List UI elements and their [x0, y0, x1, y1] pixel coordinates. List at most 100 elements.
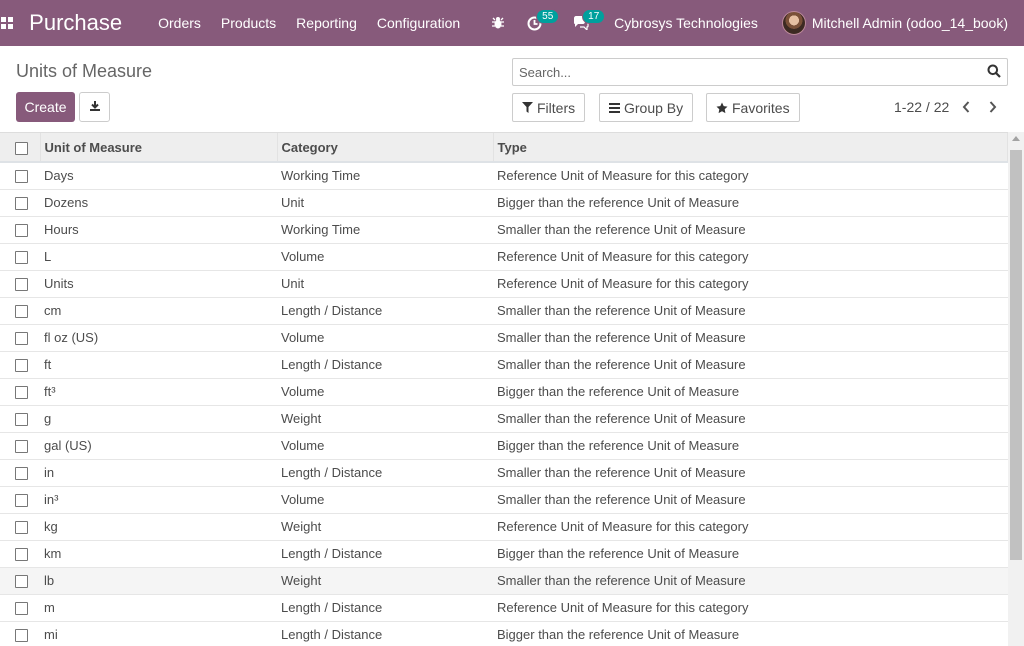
row-checkbox[interactable]: [15, 224, 28, 238]
cell-category: Volume: [281, 438, 325, 453]
cell-unit-name: ft³: [44, 384, 56, 399]
table-row[interactable]: fl oz (US) Volume Smaller than the referen…: [0, 324, 1008, 351]
table-row[interactable]: Dozens Unit Bigger than the reference Unit…: [0, 189, 1008, 216]
row-checkbox[interactable]: [15, 251, 28, 265]
table-row[interactable]: Units Unit Reference Unit of Measure for t…: [0, 270, 1008, 297]
row-select-cell: [0, 567, 40, 594]
cell-category: Length / Distance: [281, 357, 383, 372]
row-checkbox[interactable]: [15, 305, 28, 319]
row-select-cell: [0, 405, 40, 432]
apps-menu-icon[interactable]: [0, 0, 14, 46]
column-header-category[interactable]: Category: [277, 133, 494, 163]
cell-category: Unit: [281, 195, 305, 210]
scrollbar[interactable]: [1008, 132, 1024, 646]
debug-bug-icon[interactable]: [491, 16, 505, 30]
cell-category: Volume: [281, 330, 325, 345]
cell-category: Length / Distance: [281, 627, 383, 642]
cell-category: Volume: [281, 249, 325, 264]
cell-type: Smaller than the reference Unit of Measu…: [497, 465, 746, 480]
search-bar[interactable]: [512, 58, 1008, 86]
cell-type: Bigger than the reference Unit of Measur…: [497, 384, 740, 399]
select-all-checkbox[interactable]: [15, 141, 28, 155]
cell-category: Length / Distance: [281, 303, 383, 318]
menu-reporting[interactable]: Reporting: [296, 15, 357, 31]
table-row[interactable]: m Length / Distance Reference Unit of Meas…: [0, 594, 1008, 621]
search-icon[interactable]: [987, 64, 1001, 78]
table-row[interactable]: g Weight Smaller than the reference Unit o…: [0, 405, 1008, 432]
cell-type: Bigger than the reference Unit of Measur…: [497, 195, 740, 210]
row-checkbox[interactable]: [15, 494, 28, 508]
row-checkbox[interactable]: [15, 359, 28, 373]
user-menu[interactable]: Mitchell Admin (odoo_14_book): [781, 11, 1008, 35]
column-header-type[interactable]: Type: [493, 133, 1008, 163]
row-select-cell: [0, 513, 40, 540]
uom-table: Unit of Measure Category Type Days Workin…: [0, 133, 1008, 646]
row-checkbox[interactable]: [15, 278, 28, 292]
table-row[interactable]: gal (US) Volume Bigger than the reference …: [0, 432, 1008, 459]
row-select-cell: [0, 189, 40, 216]
app-name[interactable]: Purchase: [29, 10, 122, 36]
cell-unit-name: in: [44, 465, 55, 480]
table-row[interactable]: cm Length / Distance Smaller than the refe…: [0, 297, 1008, 324]
cell-type: Reference Unit of Measure for this categ…: [497, 276, 749, 291]
row-checkbox[interactable]: [15, 548, 28, 562]
cell-unit-name: g: [44, 411, 52, 426]
row-checkbox[interactable]: [15, 575, 28, 589]
messages-icon[interactable]: 17: [573, 9, 606, 30]
table-row[interactable]: Days Working Time Reference Unit of Measur…: [0, 162, 1008, 189]
row-select-cell: [0, 162, 40, 189]
row-checkbox[interactable]: [15, 386, 28, 400]
scroll-up-arrow-icon[interactable]: [1012, 136, 1020, 141]
groupby-label: Group By: [624, 99, 684, 116]
row-select-cell: [0, 351, 40, 378]
table-row[interactable]: in³ Volume Smaller than the reference Unit…: [0, 486, 1008, 513]
download-icon: [89, 100, 101, 115]
table-row[interactable]: mi Length / Distance Bigger than the refer…: [0, 621, 1008, 646]
table-row[interactable]: ft³ Volume Bigger than the reference Unit …: [0, 378, 1008, 405]
cell-type: Smaller than the reference Unit of Measu…: [497, 492, 746, 507]
company-switcher[interactable]: Cybrosys Technologies: [614, 15, 758, 31]
cell-unit-name: lb: [44, 573, 55, 588]
groupby-button[interactable]: Group By: [599, 93, 694, 122]
pager-next-icon[interactable]: [986, 100, 1000, 114]
row-checkbox[interactable]: [15, 467, 28, 481]
cell-category: Length / Distance: [281, 546, 383, 561]
menu-products[interactable]: Products: [221, 15, 276, 31]
menu-configuration[interactable]: Configuration: [377, 15, 460, 31]
pager-value[interactable]: 1-22 / 22: [894, 99, 949, 115]
activity-badge: 55: [536, 8, 560, 24]
filters-button[interactable]: Filters: [512, 93, 586, 122]
row-checkbox[interactable]: [15, 197, 28, 211]
cell-type: Bigger than the reference Unit of Measur…: [497, 546, 740, 561]
scrollbar-thumb[interactable]: [1010, 150, 1022, 560]
cell-unit-name: cm: [44, 303, 62, 318]
table-row[interactable]: Hours Working Time Smaller than the refere…: [0, 216, 1008, 243]
table-row[interactable]: in Length / Distance Smaller than the refe…: [0, 459, 1008, 486]
table-row[interactable]: km Length / Distance Bigger than the refer…: [0, 540, 1008, 567]
export-button[interactable]: [79, 92, 110, 122]
top-navbar: Purchase Orders Products Reporting Confi…: [0, 0, 1024, 46]
search-input[interactable]: [513, 59, 973, 85]
row-checkbox[interactable]: [15, 413, 28, 427]
row-checkbox[interactable]: [15, 332, 28, 346]
cell-unit-name: in³: [44, 492, 59, 507]
table-row[interactable]: lb Weight Smaller than the reference Unit …: [0, 567, 1008, 594]
row-checkbox[interactable]: [15, 440, 28, 454]
table-row[interactable]: L Volume Reference Unit of Measure for thi…: [0, 243, 1008, 270]
row-checkbox[interactable]: [15, 170, 28, 184]
row-checkbox[interactable]: [15, 521, 28, 535]
row-checkbox[interactable]: [15, 629, 28, 643]
list-view: Unit of Measure Category Type Days Workin…: [0, 132, 1008, 646]
create-button[interactable]: Create: [16, 92, 75, 122]
pager-previous-icon[interactable]: [959, 100, 973, 114]
cell-type: Smaller than the reference Unit of Measu…: [497, 330, 746, 345]
column-header-unit[interactable]: Unit of Measure: [40, 133, 278, 163]
row-select-cell: [0, 243, 40, 270]
menu-orders[interactable]: Orders: [158, 15, 201, 31]
row-checkbox[interactable]: [15, 602, 28, 616]
table-row[interactable]: kg Weight Reference Unit of Measure for th…: [0, 513, 1008, 540]
activity-clock-icon[interactable]: 55: [527, 8, 560, 31]
favorites-button[interactable]: Favorites: [706, 93, 800, 122]
messages-badge: 17: [582, 9, 606, 24]
table-row[interactable]: ft Length / Distance Smaller than the refe…: [0, 351, 1008, 378]
